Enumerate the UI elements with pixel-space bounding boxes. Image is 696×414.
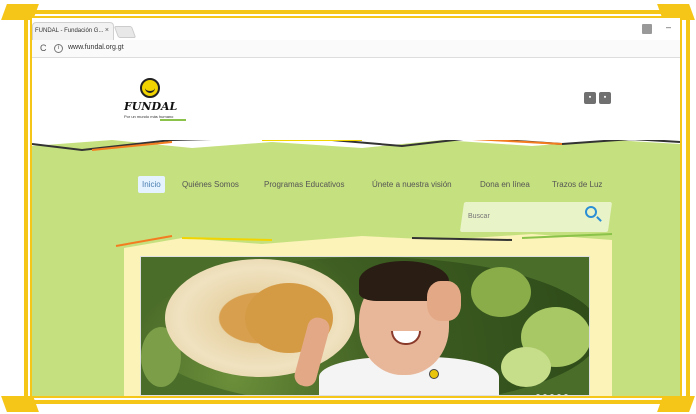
frame-border: [680, 16, 682, 398]
social-icon-1[interactable]: ▪: [584, 92, 596, 104]
frame-border: [10, 400, 686, 404]
close-icon[interactable]: ×: [105, 27, 109, 34]
slider-dots[interactable]: [536, 385, 571, 395]
nav-item-unete[interactable]: Únete a nuestra visión: [368, 176, 456, 193]
nav-item-quienes-somos[interactable]: Quiénes Somos: [178, 176, 243, 193]
search-icon[interactable]: [585, 206, 597, 218]
new-tab-button[interactable]: [113, 26, 137, 38]
slider-dot[interactable]: [557, 394, 561, 395]
browser-tab[interactable]: FUNDAL - Fundación G... ×: [32, 22, 114, 40]
frame-corner: [1, 396, 39, 412]
frame-border: [24, 10, 28, 404]
content-top-wave: [115, 233, 612, 250]
tab-title: FUNDAL - Fundación G...: [35, 28, 104, 34]
frame-border: [686, 10, 690, 404]
child-hand: [427, 281, 461, 321]
user-profile-icon[interactable]: [642, 24, 652, 34]
slider-dot[interactable]: [543, 394, 547, 395]
social-icon-2[interactable]: ▪: [599, 92, 611, 104]
slider-dot[interactable]: [550, 394, 554, 395]
frame-border: [16, 396, 680, 398]
web-page: FUNDAL Por un mundo más humano ▪ ▪ Inici…: [32, 58, 680, 396]
fundal-logo-icon[interactable]: [140, 78, 160, 98]
minimize-icon[interactable]: –: [666, 22, 671, 32]
slider-dot[interactable]: [536, 394, 540, 395]
shirt-logo-badge: [429, 369, 439, 379]
image-slider[interactable]: [140, 256, 590, 396]
nav-item-inicio[interactable]: Inicio: [138, 176, 165, 193]
reload-icon[interactable]: C: [40, 43, 47, 53]
slider-dot[interactable]: [564, 394, 568, 395]
hat-image: [165, 259, 355, 377]
nav-item-dona-en-linea[interactable]: Dona en línea: [476, 176, 534, 193]
nav-item-programas-educativos[interactable]: Programas Educativos: [260, 176, 348, 193]
address-bar: C i www.fundal.org.gt: [32, 40, 680, 58]
url-field[interactable]: www.fundal.org.gt: [68, 44, 124, 51]
browser-window: FUNDAL - Fundación G... × – C i www.fund…: [32, 18, 680, 396]
nav-item-trazos-de-luz[interactable]: Trazos de Luz: [548, 176, 606, 193]
logo-name[interactable]: FUNDAL: [124, 100, 177, 113]
logo-underline: [160, 119, 186, 121]
frame-corner: [657, 396, 695, 412]
tab-bar: FUNDAL - Fundación G... × –: [32, 18, 680, 40]
info-icon[interactable]: i: [54, 44, 63, 53]
frame-border: [10, 10, 686, 14]
search-input[interactable]: [468, 208, 568, 224]
